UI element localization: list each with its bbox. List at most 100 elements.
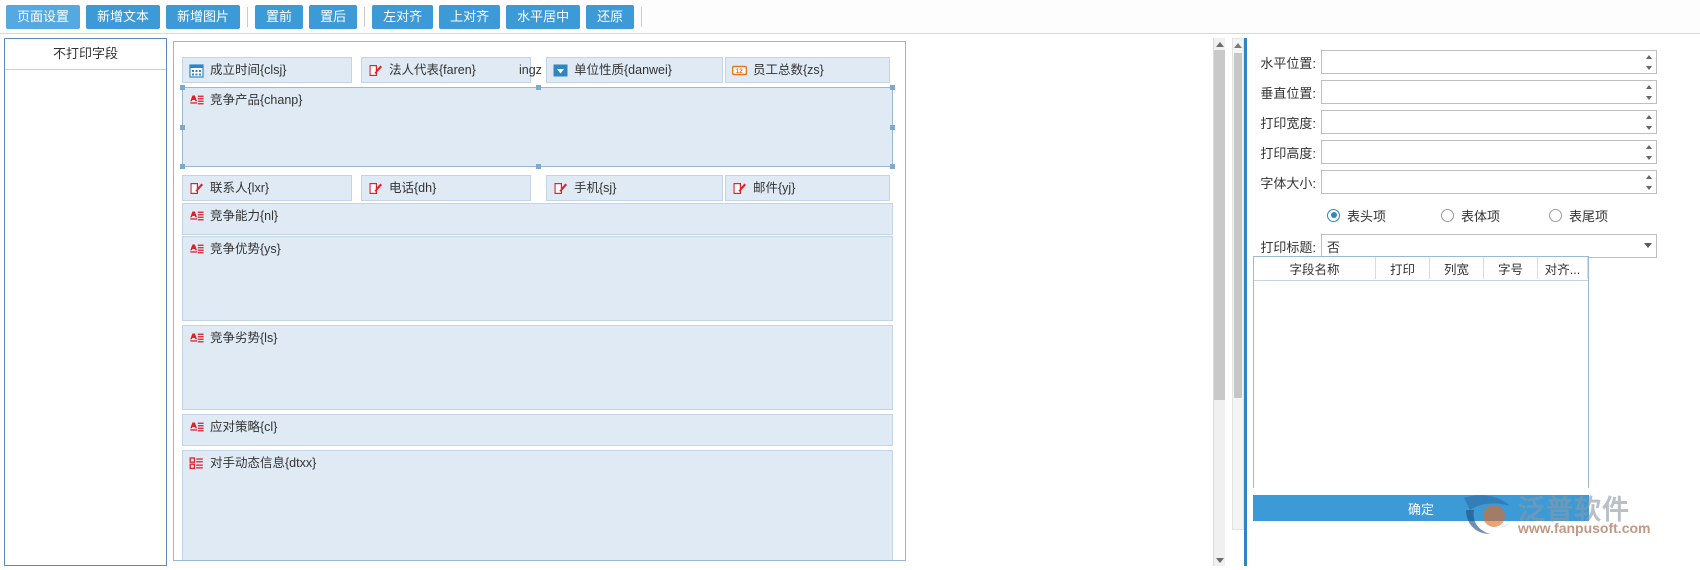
horizontal-position-field-input[interactable] — [1322, 51, 1642, 73]
confirm-button[interactable]: 确定 — [1253, 495, 1589, 521]
horizontal-position-field[interactable] — [1321, 50, 1657, 74]
field-ys[interactable]: 竞争优势{ys} — [182, 236, 893, 321]
radio-indicator[interactable] — [1327, 208, 1340, 222]
field-zs[interactable]: 12 员工总数{zs} — [725, 57, 890, 83]
radio-indicator[interactable] — [1549, 208, 1562, 222]
multiline-icon — [189, 420, 204, 435]
grid-column-header[interactable]: 打印 — [1376, 257, 1430, 279]
field-label: 竞争劣势{ls} — [210, 331, 278, 345]
print-height-field-input[interactable] — [1322, 141, 1642, 163]
radio-body-item-label: 表体项 — [1461, 208, 1501, 224]
radio-footer-item[interactable]: 表尾项 — [1549, 206, 1608, 225]
send-back-button[interactable]: 置后 — [309, 4, 358, 29]
font-size-field-row: 字体大小: — [1247, 170, 1657, 194]
print-width-field-label: 打印宽度: — [1260, 115, 1316, 131]
font-size-field[interactable] — [1321, 170, 1657, 194]
vertical-position-field-input[interactable] — [1322, 81, 1642, 103]
vertical-position-field[interactable] — [1321, 80, 1657, 104]
design-page[interactable]: 成立时间{clsj} 法人代表{faren} 单位性质{danwei} 12 员工总数{… — [173, 41, 906, 561]
add-text-button[interactable]: 新增文本 — [86, 4, 161, 29]
edit-icon — [189, 181, 204, 196]
font-size-field-input[interactable] — [1322, 171, 1642, 193]
bring-front-button[interactable]: 置前 — [255, 4, 304, 29]
toolbar: 页面设置 新增文本 新增图片 置前 置后 左对齐 上对齐 水平居中 还原 — [0, 0, 1700, 34]
print-height-field[interactable] — [1321, 140, 1657, 164]
spinner-up-icon[interactable] — [1641, 111, 1656, 122]
spinner-down-icon[interactable] — [1641, 92, 1656, 103]
spinner-up-icon[interactable] — [1641, 81, 1656, 92]
canvas-vertical-scrollbar[interactable] — [1213, 38, 1225, 566]
field-cl[interactable]: 应对策略{cl} — [182, 414, 893, 446]
spinner-up-icon[interactable] — [1641, 51, 1656, 62]
spinner-down-icon[interactable] — [1641, 152, 1656, 163]
grid-column-header[interactable]: 对齐... — [1538, 257, 1588, 279]
multiline-icon — [189, 242, 204, 257]
field-dtxx[interactable]: 对手动态信息{dtxx} — [182, 450, 893, 560]
fields-grid[interactable]: 字段名称 打印 列宽 字号 对齐... — [1253, 256, 1589, 488]
align-center-horizontal-button[interactable]: 水平居中 — [506, 4, 581, 29]
resize-handle[interactable] — [890, 125, 895, 130]
scroll-up-arrow[interactable] — [1214, 38, 1225, 50]
radio-header-item[interactable]: 表头项 — [1327, 206, 1386, 225]
print-title-select[interactable]: 否 — [1321, 234, 1657, 258]
field-faren[interactable]: 法人代表{faren} — [361, 57, 531, 83]
resize-handle[interactable] — [890, 164, 895, 169]
vertical-position-field-label: 垂直位置: — [1260, 85, 1316, 101]
spinner-down-icon[interactable] — [1641, 122, 1656, 133]
field-label: 邮件{yj} — [753, 181, 796, 195]
field-chanp[interactable]: 竞争产品{chanp} — [182, 87, 893, 167]
field-label: 手机{sj} — [574, 181, 617, 195]
print-width-field-row: 打印宽度: — [1247, 110, 1657, 134]
restore-button[interactable]: 还原 — [586, 4, 635, 29]
properties-scroll-up-arrow[interactable] — [1233, 39, 1243, 51]
align-top-button[interactable]: 上对齐 — [439, 4, 501, 29]
print-width-field[interactable] — [1321, 110, 1657, 134]
properties-scrollbar[interactable] — [1232, 38, 1244, 530]
field-yj[interactable]: 邮件{yj} — [725, 175, 890, 201]
print-width-field-input[interactable] — [1322, 111, 1642, 133]
radio-indicator[interactable] — [1441, 208, 1454, 222]
spinner-up-icon[interactable] — [1641, 141, 1656, 152]
properties-scroll-thumb[interactable] — [1234, 53, 1242, 398]
grid-column-header[interactable]: 字段名称 — [1254, 257, 1376, 279]
properties-content: 字体大小: 打印高度: 打印宽度: 垂直位置: 水平位置: 表头项 表体项 表尾项 打印标题… — [1244, 38, 1696, 566]
align-left-button[interactable]: 左对齐 — [372, 4, 434, 29]
field-label: 联系人{lxr} — [210, 181, 270, 195]
multiline-icon — [189, 331, 204, 346]
field-sj[interactable]: 手机{sj} — [546, 175, 723, 201]
field-label: 电话{dh} — [389, 181, 437, 195]
field-danwei[interactable]: 单位性质{danwei} — [546, 57, 723, 83]
field-clsj[interactable]: 成立时间{clsj} — [182, 57, 352, 83]
canvas-scroll-thumb[interactable] — [1214, 50, 1225, 400]
spinner-up-icon[interactable] — [1641, 171, 1656, 182]
field-nl[interactable]: 竞争能力{nl} — [182, 203, 893, 235]
resize-handle[interactable] — [890, 85, 895, 90]
add-image-button[interactable]: 新增图片 — [166, 4, 241, 29]
chevron-down-icon — [1644, 243, 1652, 248]
scroll-down-arrow[interactable] — [1214, 554, 1225, 566]
edit-icon — [368, 181, 383, 196]
design-canvas-area[interactable]: 成立时间{clsj} 法人代表{faren} 单位性质{danwei} 12 员工总数{… — [170, 38, 1225, 566]
field-ls[interactable]: 竞争劣势{ls} — [182, 325, 893, 410]
field-lxr[interactable]: 联系人{lxr} — [182, 175, 352, 201]
fields-grid-body[interactable] — [1254, 281, 1588, 488]
resize-handle[interactable] — [535, 164, 541, 169]
horizontal-position-field-row: 水平位置: — [1247, 50, 1657, 74]
resize-handle[interactable] — [180, 125, 185, 130]
grid-column-header[interactable]: 字号 — [1484, 257, 1538, 279]
toolbar-separator — [641, 6, 643, 27]
print-title-value: 否 — [1327, 239, 1341, 255]
spinner-down-icon[interactable] — [1641, 62, 1656, 73]
page-setup-button[interactable]: 页面设置 — [6, 4, 81, 29]
non-print-fields-list[interactable] — [5, 70, 166, 565]
resize-handle[interactable] — [180, 164, 185, 169]
radio-footer-item-label: 表尾项 — [1569, 208, 1609, 224]
grid-column-header[interactable]: 列宽 — [1430, 257, 1484, 279]
radio-body-item[interactable]: 表体项 — [1441, 206, 1500, 225]
resize-handle[interactable] — [180, 85, 185, 90]
spinner-down-icon[interactable] — [1641, 182, 1656, 193]
field-dh[interactable]: 电话{dh} — [361, 175, 531, 201]
print-template-designer: 页面设置 新增文本 新增图片 置前 置后 左对齐 上对齐 水平居中 还原 不打印字段 成立时间{… — [0, 0, 1700, 570]
field-label: 应对策略{cl} — [210, 420, 278, 434]
resize-handle[interactable] — [535, 85, 541, 90]
